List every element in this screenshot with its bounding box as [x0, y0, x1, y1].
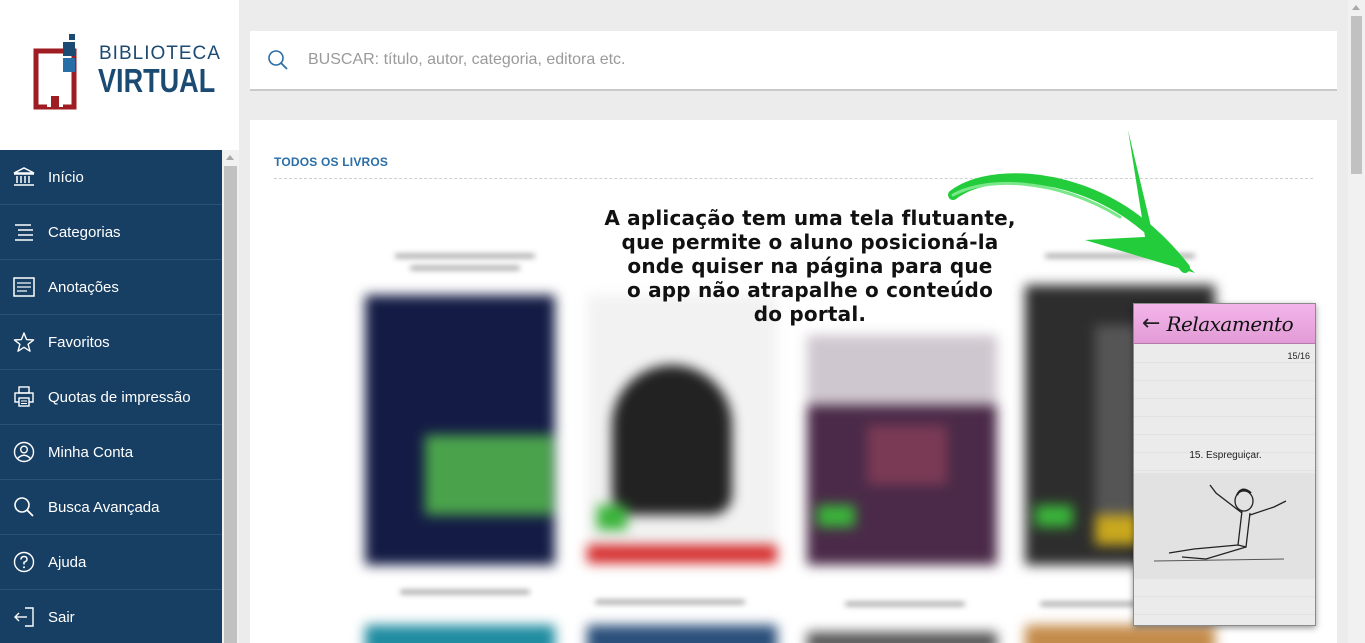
search-input[interactable]	[308, 31, 1308, 89]
sidebar: Início Categorias Anotações Favoritos Qu…	[0, 150, 222, 643]
sidebar-item-minha-conta[interactable]: Minha Conta	[0, 425, 222, 480]
logout-icon	[0, 607, 48, 627]
book-title-blurred	[400, 590, 530, 594]
scrollbar-thumb[interactable]	[224, 166, 237, 643]
floating-app-header[interactable]: ← Relaxamento	[1134, 304, 1315, 344]
sidebar-item-inicio[interactable]: Início	[0, 150, 222, 205]
stretching-illustration	[1134, 473, 1315, 579]
annotation-line: o app não atrapalhe o conteúdo	[626, 278, 994, 302]
book-cover[interactable]	[365, 625, 555, 643]
book-cover[interactable]	[365, 295, 555, 565]
section-title: TODOS OS LIVROS	[274, 155, 389, 169]
page-indicator: 15/16	[1287, 351, 1310, 361]
sidebar-item-label: Sair	[48, 608, 75, 626]
sidebar-item-label: Categorias	[48, 223, 121, 241]
annotation-line: do portal.	[753, 302, 867, 326]
book-title-blurred	[410, 266, 520, 270]
book-cover[interactable]	[807, 335, 997, 565]
sidebar-item-label: Ajuda	[48, 553, 87, 571]
star-icon	[0, 331, 48, 353]
sidebar-item-ajuda[interactable]: Ajuda	[0, 535, 222, 590]
book-title-blurred	[595, 600, 745, 604]
annotation-line: que permite o aluno posicioná-la	[621, 230, 999, 254]
floating-app-title: Relaxamento	[1166, 311, 1294, 336]
search-icon[interactable]	[267, 49, 289, 71]
sidebar-item-label: Quotas de impressão	[48, 388, 191, 406]
book-cover[interactable]	[587, 295, 777, 565]
sidebar-item-favoritos[interactable]: Favoritos	[0, 315, 222, 370]
list-icon	[0, 223, 48, 241]
notes-icon	[0, 277, 48, 297]
book-cover[interactable]	[587, 625, 777, 643]
sidebar-scrollbar[interactable]	[222, 150, 239, 643]
annotation-text: A aplicação tem uma tela flutuante, que …	[560, 206, 1060, 326]
book-title-blurred	[395, 254, 535, 258]
annotation-line: onde quiser na página para que	[627, 254, 993, 278]
sidebar-item-label: Busca Avançada	[48, 498, 160, 516]
annotation-line: A aplicação tem uma tela flutuante,	[604, 206, 1016, 230]
logo-mark-icon	[33, 34, 77, 110]
sidebar-item-sair[interactable]: Sair	[0, 590, 222, 643]
exercise-text: 15. Espreguiçar.	[1189, 450, 1262, 461]
stretching-figure-icon	[1153, 484, 1287, 562]
book-cover[interactable]	[807, 632, 997, 643]
sidebar-item-label: Favoritos	[48, 333, 110, 351]
scroll-up-arrow-icon[interactable]	[226, 155, 234, 160]
sidebar-item-label: Início	[48, 168, 84, 186]
search-icon	[0, 496, 48, 518]
sidebar-item-label: Anotações	[48, 278, 119, 296]
logo-text-virtual: VIRTUAL	[98, 62, 216, 99]
help-icon	[0, 551, 48, 573]
logo[interactable]: BIBLIOTECA VIRTUAL	[0, 0, 239, 150]
user-icon	[0, 441, 48, 463]
printer-icon	[0, 386, 48, 408]
library-icon	[0, 167, 48, 187]
sidebar-item-quotas[interactable]: Quotas de impressão	[0, 370, 222, 425]
sidebar-item-anotacoes[interactable]: Anotações	[0, 260, 222, 315]
back-arrow-icon[interactable]: ←	[1142, 311, 1160, 336]
sidebar-item-busca-avancada[interactable]: Busca Avançada	[0, 480, 222, 535]
scroll-up-arrow-icon[interactable]	[1352, 5, 1360, 10]
sidebar-item-label: Minha Conta	[48, 443, 134, 461]
page-scrollbar[interactable]	[1348, 0, 1365, 643]
book-cover[interactable]	[1025, 625, 1215, 643]
scrollbar-thumb[interactable]	[1351, 16, 1362, 174]
sidebar-item-categorias[interactable]: Categorias	[0, 205, 222, 260]
search-bar	[250, 31, 1337, 91]
floating-app-content: 15/16 15. Espreguiçar. prosseguir	[1134, 345, 1315, 625]
book-title-blurred	[845, 602, 965, 606]
floating-app-window[interactable]: ← Relaxamento 15/16 15. Espreguiçar. pro…	[1133, 303, 1316, 626]
